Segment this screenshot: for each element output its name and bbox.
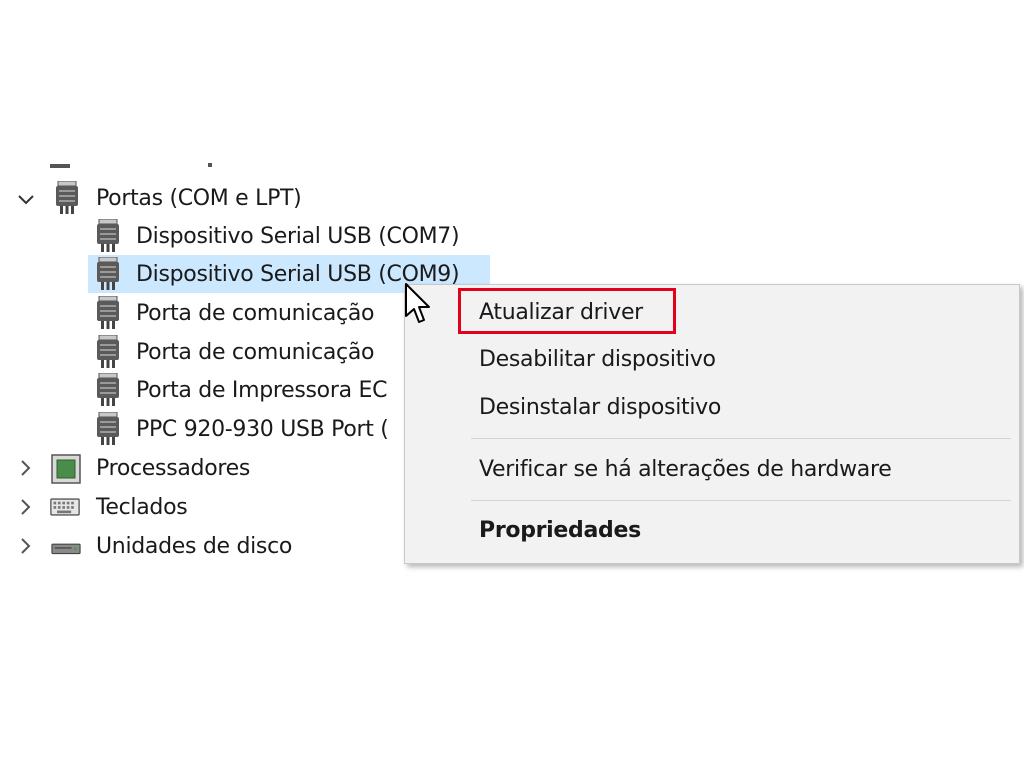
menu-separator <box>471 438 1011 439</box>
tree-item-label: Porta de comunicação <box>136 339 375 365</box>
tree-item-label: Dispositivo Serial USB (COM7) <box>136 223 460 249</box>
disk-drive-icon <box>51 543 81 555</box>
tree-item-ports[interactable]: Portas (COM e LPT) <box>96 179 302 217</box>
tree-item-label: Portas (COM e LPT) <box>96 185 302 211</box>
menu-item-disable-device[interactable]: Desabilitar dispositivo <box>479 347 716 372</box>
port-icon <box>93 335 123 369</box>
keyboard-icon <box>50 498 80 516</box>
processor-icon <box>51 454 81 484</box>
port-icon <box>93 373 123 407</box>
tree-item-serial-com7[interactable]: Dispositivo Serial USB (COM7) <box>136 217 460 255</box>
tree-item-label: PPC 920-930 USB Port ( <box>136 416 389 442</box>
partial-tree-item <box>48 160 238 168</box>
tree-item-comm-port-1[interactable]: Porta de comunicação <box>136 294 374 332</box>
tree-item-label: Processadores <box>96 455 251 481</box>
tree-item-label: Porta de Impressora EC <box>136 377 388 403</box>
menu-separator <box>471 500 1011 501</box>
expand-chevron-icon[interactable] <box>16 536 36 556</box>
port-icon <box>93 412 123 446</box>
tree-item-processors[interactable]: Processadores <box>96 449 250 487</box>
port-icon <box>93 257 123 291</box>
port-icon <box>52 181 82 215</box>
menu-item-properties[interactable]: Propriedades <box>479 518 641 543</box>
menu-item-uninstall-device[interactable]: Desinstalar dispositivo <box>479 395 721 420</box>
expand-chevron-icon[interactable] <box>16 497 36 517</box>
mouse-cursor-icon <box>405 283 430 323</box>
tree-item-label: Unidades de disco <box>96 533 293 559</box>
port-icon <box>93 219 123 253</box>
collapse-chevron-icon[interactable] <box>16 190 36 210</box>
tree-item-ppc-usb-port[interactable]: PPC 920-930 USB Port ( <box>136 410 389 448</box>
tree-item-label: Porta de comunicação <box>136 300 375 326</box>
tree-item-disk-drives[interactable]: Unidades de disco <box>96 527 292 565</box>
highlight-box <box>458 288 676 334</box>
tree-item-comm-port-2[interactable]: Porta de comunicação <box>136 333 374 371</box>
tree-item-printer-port[interactable]: Porta de Impressora EC <box>136 371 387 409</box>
tree-item-keyboards[interactable]: Teclados <box>96 488 188 526</box>
tree-item-label: Teclados <box>96 494 188 520</box>
menu-item-scan-hardware[interactable]: Verificar se há alterações de hardware <box>479 457 892 482</box>
expand-chevron-icon[interactable] <box>16 458 36 478</box>
port-icon <box>93 296 123 330</box>
